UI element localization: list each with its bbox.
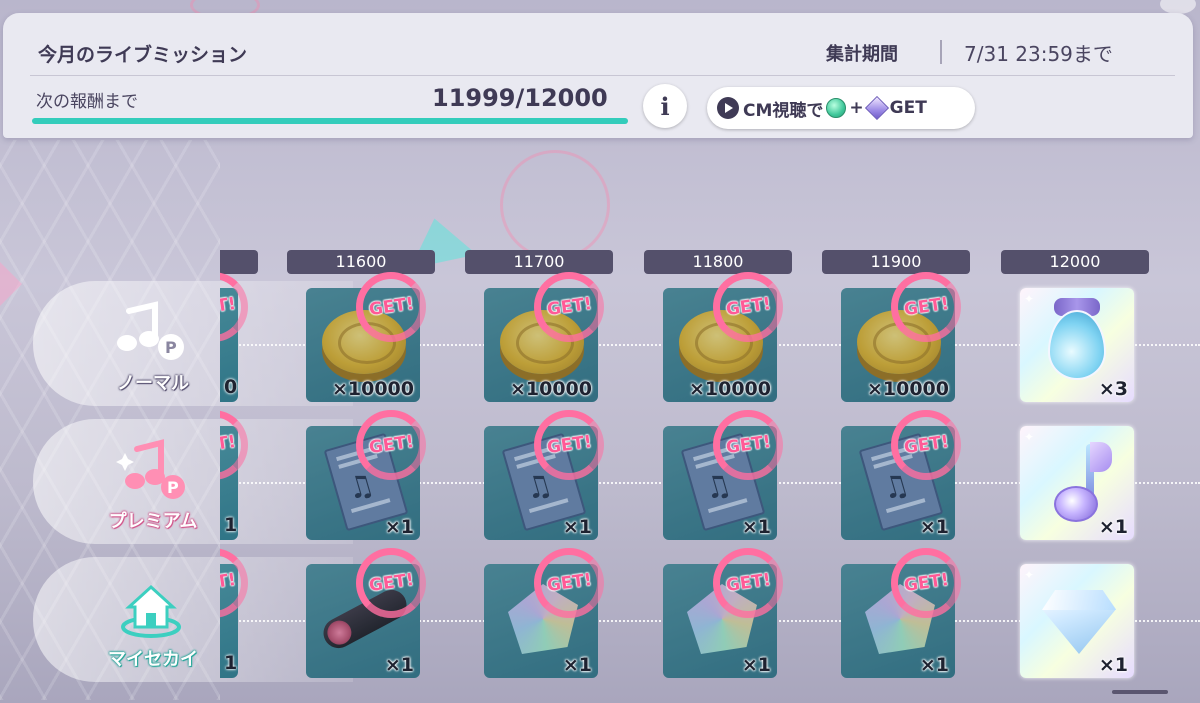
- play-icon: [717, 97, 739, 119]
- reward-quantity: ×1: [1098, 654, 1128, 676]
- get-badge: GET!: [220, 410, 248, 480]
- tier-label: マイセカイ: [108, 649, 198, 670]
- green-gem-icon: [826, 98, 847, 118]
- reward-quantity: 1: [224, 652, 238, 674]
- progress-fill: [32, 118, 628, 124]
- sparkle-icon: ✦: [1024, 568, 1035, 582]
- background-ring: [500, 150, 610, 260]
- sparkle-icon: ✦: [1024, 430, 1035, 444]
- reward-quantity: ×10000: [688, 378, 771, 400]
- get-badge: GET!: [713, 272, 783, 342]
- reward-quantity: ×1: [1098, 516, 1128, 538]
- period-value: 7/31 23:59まで: [964, 42, 1113, 66]
- progress-count: 11999/12000: [432, 84, 608, 112]
- column-points: [220, 250, 258, 274]
- progress-bar: [32, 118, 628, 124]
- get-badge: GET!: [356, 548, 426, 618]
- reward-cell-next[interactable]: ✦ ×1: [1020, 426, 1134, 540]
- cm-button-label: CM視聴で: [743, 100, 824, 121]
- get-badge: GET!: [534, 272, 604, 342]
- get-badge: GET!: [891, 410, 961, 480]
- svg-text:P: P: [165, 338, 177, 357]
- get-badge: GET!: [713, 548, 783, 618]
- get-badge: GET!: [891, 272, 961, 342]
- get-badge: GET!: [356, 272, 426, 342]
- page-title: 今月のライブミッション: [38, 44, 248, 66]
- cm-button-plus: +: [849, 98, 864, 118]
- reward-cell-next[interactable]: ✦ ×1: [1020, 564, 1134, 678]
- background-triangle: [0, 262, 22, 306]
- get-badge: GET!: [220, 548, 248, 618]
- cm-button-get: GET: [889, 98, 927, 118]
- reward-quantity: ×1: [919, 654, 949, 676]
- column-points: 11700: [465, 250, 613, 274]
- get-badge: GET!: [891, 548, 961, 618]
- divider: [30, 75, 1175, 76]
- svg-text:P: P: [167, 478, 179, 497]
- get-badge: GET!: [220, 272, 248, 342]
- reward-quantity: ×1: [562, 516, 592, 538]
- purple-gem-icon: [864, 95, 889, 121]
- divider: [940, 40, 942, 64]
- reward-quantity: ×1: [741, 654, 771, 676]
- reward-quantity: ×1: [384, 516, 414, 538]
- tier-label: ノーマル: [117, 373, 189, 394]
- column-points: 11600: [287, 250, 435, 274]
- reward-quantity: ×1: [741, 516, 771, 538]
- column-points: 11800: [644, 250, 792, 274]
- column-points: 11900: [822, 250, 970, 274]
- music-note-p-icon: P: [115, 301, 187, 365]
- reward-cell-next[interactable]: ✦ ×3: [1020, 288, 1134, 402]
- tier-label: プレミアム: [108, 511, 198, 532]
- column-points: 12000: [1001, 250, 1149, 274]
- scroll-indicator[interactable]: [1112, 690, 1168, 694]
- next-reward-label: 次の報酬まで: [36, 92, 138, 112]
- gem-note-icon: [1050, 440, 1112, 524]
- reward-quantity: ×10000: [331, 378, 414, 400]
- get-badge: GET!: [534, 548, 604, 618]
- sparkle-icon: ✦: [1024, 292, 1035, 306]
- sparkle-music-note-p-icon: P: [115, 439, 187, 503]
- corner-decoration: [1160, 0, 1196, 14]
- reward-grid: 11600 11700 11800 11900 12000 GET! 0 GET…: [220, 248, 1200, 703]
- reward-quantity: ×10000: [509, 378, 592, 400]
- reward-quantity: ×10000: [866, 378, 949, 400]
- reward-quantity: ×3: [1098, 378, 1128, 400]
- house-icon: [115, 577, 187, 641]
- info-button[interactable]: i: [643, 84, 687, 128]
- period-label: 集計期間: [826, 44, 898, 65]
- get-badge: GET!: [713, 410, 783, 480]
- watch-cm-button[interactable]: CM視聴で + GET: [707, 87, 975, 129]
- reward-quantity: ×1: [562, 654, 592, 676]
- get-badge: GET!: [534, 410, 604, 480]
- get-badge: GET!: [356, 410, 426, 480]
- reward-quantity: ×1: [384, 654, 414, 676]
- reward-quantity: 0: [224, 376, 238, 398]
- reward-quantity: ×1: [919, 516, 949, 538]
- reward-quantity: 1: [224, 514, 238, 536]
- water-drop-icon: [1048, 310, 1106, 380]
